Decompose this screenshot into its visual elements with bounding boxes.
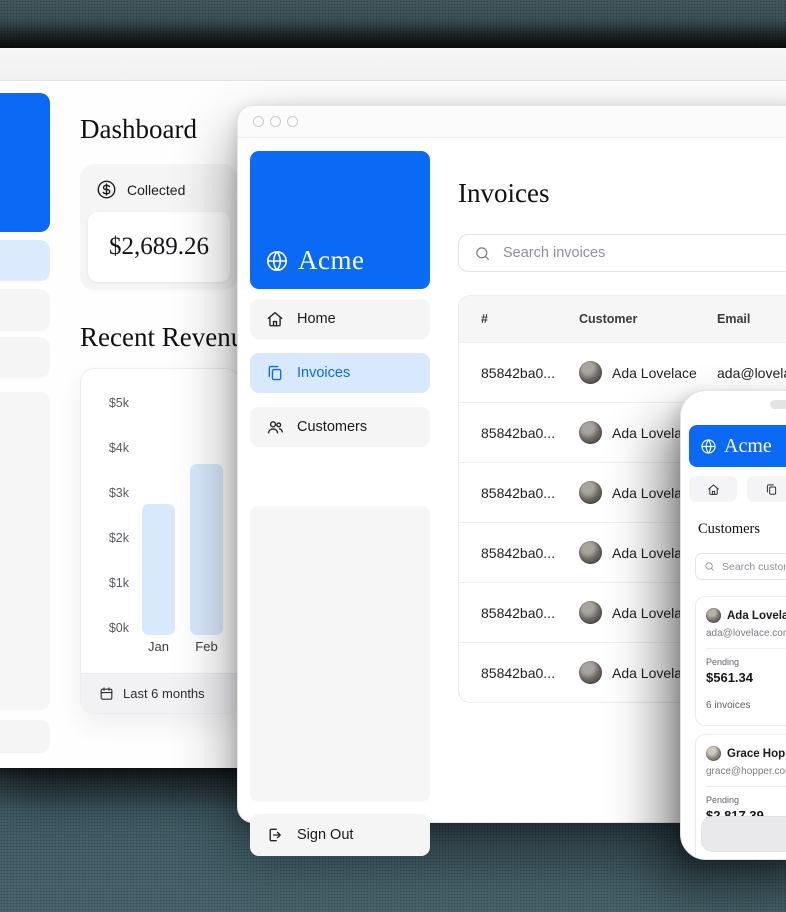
customer-name: Ada Lovelace <box>727 610 786 622</box>
phone-window: Acme Customers Ada Lovelace ada@lovelace… <box>680 390 786 860</box>
customer-avatar <box>579 601 602 624</box>
edge-sidebar-brand-panel <box>0 93 50 232</box>
invoices-icon <box>266 364 284 382</box>
globe-icon <box>700 438 717 455</box>
y-tick: $1k <box>95 576 129 590</box>
pending-amount: $561.34 <box>706 670 786 685</box>
window-titlebar <box>238 106 786 138</box>
y-tick: $5k <box>95 396 129 410</box>
customer-card[interactable]: Ada Lovelace ada@lovelace.com Pending $5… <box>695 596 786 726</box>
recent-revenue-title: Recent Revenue <box>80 322 256 353</box>
customer-search[interactable] <box>695 553 786 580</box>
dashboard-toolbar <box>0 48 786 81</box>
signout-icon <box>266 826 284 844</box>
x-tick: Feb <box>187 639 227 654</box>
sidebar-nav: Home Invoices Customers <box>250 299 430 461</box>
customers-icon <box>266 418 284 436</box>
y-tick: $3k <box>95 486 129 500</box>
collected-label: Collected <box>127 182 185 198</box>
search-icon <box>704 561 715 572</box>
phone-search-input[interactable] <box>720 560 786 574</box>
brand-panel: Acme <box>250 151 430 289</box>
customer-avatar <box>579 541 602 564</box>
collected-card: Collected $2,689.26 <box>80 164 238 290</box>
invoice-search[interactable] <box>458 234 786 272</box>
bar-feb <box>190 464 223 635</box>
edge-sidebar-item[interactable] <box>0 337 50 378</box>
phone-brand-banner: Acme <box>689 425 786 467</box>
invoice-id: 85842ba0... <box>459 665 579 681</box>
invoice-id: 85842ba0... <box>459 545 579 561</box>
sidebar-filler-panel <box>250 506 430 802</box>
stage: Dashboard Collected $2,689.26 Recent Rev… <box>0 0 786 912</box>
brand-name: Acme <box>298 245 364 276</box>
search-input[interactable] <box>501 244 786 262</box>
globe-icon <box>265 249 289 273</box>
table-header: # Customer Email <box>459 296 786 342</box>
phone-home-tab[interactable] <box>689 476 737 502</box>
phone-invoices-tab[interactable] <box>747 476 786 502</box>
invoice-id: 85842ba0... <box>459 425 579 441</box>
edge-sidebar-item[interactable] <box>0 289 50 331</box>
home-icon <box>707 483 720 496</box>
customer-avatar <box>706 746 721 761</box>
phone-page-title: Customers <box>698 521 760 538</box>
y-tick: $4k <box>95 441 129 455</box>
divider <box>706 786 786 787</box>
customer-name: Ada Lovelace <box>612 365 697 381</box>
invoice-id: 85842ba0... <box>459 365 579 381</box>
customer-avatar <box>579 361 602 384</box>
collected-amount-card: $2,689.26 <box>88 212 230 282</box>
edge-sidebar-signout[interactable] <box>0 720 50 753</box>
customer-avatar <box>579 421 602 444</box>
sidebar-item-customers[interactable]: Customers <box>250 407 430 447</box>
customer-email: ada@lovelace.com <box>706 628 786 639</box>
chart-footer[interactable]: Last 6 months <box>81 673 239 713</box>
traffic-light-close[interactable] <box>253 116 264 127</box>
column-header-customer: Customer <box>579 312 717 326</box>
customer-name: Grace Hopper <box>727 748 786 760</box>
y-tick: $2k <box>95 531 129 545</box>
sidebar-item-home[interactable]: Home <box>250 299 430 339</box>
invoice-count: 6 invoices <box>706 700 786 711</box>
customer-avatar <box>706 608 721 623</box>
traffic-light-zoom[interactable] <box>287 116 298 127</box>
calendar-icon <box>99 686 114 701</box>
customer-avatar <box>579 661 602 684</box>
collected-amount: $2,689.26 <box>109 233 209 261</box>
x-tick: Jan <box>139 639 179 654</box>
top-texture-strip <box>0 0 786 48</box>
column-header-email: Email <box>717 312 786 326</box>
customer-avatar <box>579 481 602 504</box>
invoice-id: 85842ba0... <box>459 605 579 621</box>
dashboard-page-title: Dashboard <box>80 114 197 145</box>
customer-email: grace@hopper.com <box>706 766 786 777</box>
sign-out-button[interactable]: Sign Out <box>250 814 430 856</box>
invoice-id: 85842ba0... <box>459 485 579 501</box>
phone-brand-name: Acme <box>724 435 772 458</box>
sign-out-label: Sign Out <box>297 827 353 843</box>
dollar-circle-icon <box>96 179 117 200</box>
phone-bottom-bar[interactable] <box>701 816 786 852</box>
search-icon <box>474 245 491 262</box>
sidebar-item-invoices[interactable]: Invoices <box>250 353 430 393</box>
customer-email: ada@lovelace.com <box>717 365 786 381</box>
divider <box>706 648 786 649</box>
status-label: Pending <box>706 657 786 667</box>
column-header-id: # <box>459 312 579 326</box>
edge-sidebar-active-item[interactable] <box>0 240 50 281</box>
traffic-light-minimize[interactable] <box>270 116 281 127</box>
y-tick: $0k <box>95 621 129 635</box>
bar-jan <box>142 504 175 635</box>
home-icon <box>266 310 284 328</box>
chart-period-label: Last 6 months <box>123 686 205 701</box>
invoices-icon <box>765 483 778 496</box>
phone-drag-handle[interactable] <box>770 400 786 409</box>
page-title: Invoices <box>458 178 549 209</box>
revenue-chart-card: $5k $4k $3k $2k $1k $0k Jan Feb Last 6 months <box>80 368 240 714</box>
status-label: Pending <box>706 795 786 805</box>
edge-sidebar-panel <box>0 392 50 710</box>
